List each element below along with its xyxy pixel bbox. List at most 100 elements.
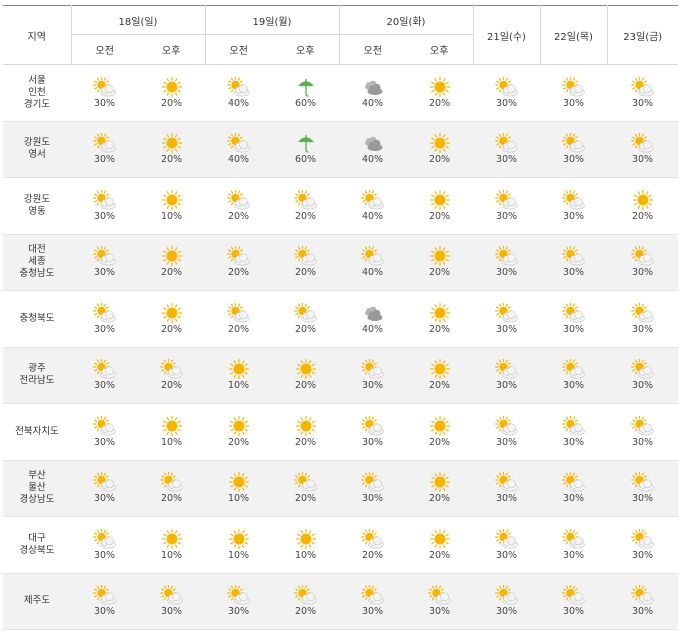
region-name-line: 강원도: [23, 193, 51, 205]
forecast-cell: 30%: [540, 573, 607, 630]
forecast-cell: 20%: [138, 347, 205, 404]
forecast-cell: 20%: [272, 573, 339, 630]
sunny-icon: [161, 76, 182, 97]
precip-probability: 30%: [93, 267, 116, 279]
precip-probability: 30%: [562, 154, 585, 166]
partly-cloudy-icon: [561, 133, 585, 153]
partly-cloudy-icon: [293, 246, 317, 266]
precip-probability: 30%: [93, 549, 116, 561]
sunny-icon: [429, 415, 450, 436]
forecast-cell: 30%: [71, 290, 138, 348]
forecast-cell: 20%: [138, 290, 205, 348]
forecast-cell: 20%: [138, 460, 205, 517]
partly-cloudy-icon: [92, 133, 116, 153]
region-name-line: 영동: [28, 205, 46, 217]
forecast-cell: 40%: [339, 290, 406, 348]
table-row: 대구 경상북도 30% 10% 10% 10% 20% 20% 30% 30% 30%: [3, 516, 678, 574]
precip-probability: 10%: [160, 210, 183, 222]
table-row: 제주도 30% 30% 30% 20% 30% 30% 30% 30% 30%: [3, 573, 678, 630]
weather-forecast-table: 지역 18일(일) 19일(월) 20일(화) 21일(수) 22일(목) 23일(금) …: [3, 5, 678, 630]
partly-cloudy-icon: [92, 472, 116, 492]
partly-cloudy-icon: [561, 585, 585, 605]
sunny-icon: [228, 528, 249, 549]
forecast-cell: 20%: [272, 347, 339, 404]
precip-probability: 20%: [428, 380, 451, 392]
forecast-cell: 20%: [272, 403, 339, 461]
partly-cloudy-icon: [630, 76, 654, 97]
region-name: 제주도: [3, 573, 71, 630]
precip-probability: 30%: [495, 97, 518, 109]
forecast-cell: 30%: [71, 460, 138, 517]
precip-probability: 40%: [227, 97, 250, 109]
sunny-icon: [429, 76, 450, 97]
sunny-icon: [161, 246, 182, 267]
forecast-cell: 30%: [339, 573, 406, 630]
precip-probability: 30%: [227, 606, 250, 618]
partly-cloudy-icon: [494, 246, 518, 266]
forecast-cell: 20%: [205, 403, 272, 461]
region-name-line: 대구: [28, 532, 46, 544]
precip-probability: 20%: [160, 267, 183, 279]
region-name-line: 경상남도: [19, 494, 55, 506]
region-name-line: 세종: [28, 256, 46, 268]
precip-probability: 20%: [294, 323, 317, 335]
forecast-cell: 30%: [540, 234, 607, 291]
precip-probability: 10%: [227, 549, 250, 561]
partly-cloudy-icon: [561, 415, 585, 436]
forecast-cell: 30%: [607, 290, 678, 348]
table-header: 지역 18일(일) 19일(월) 20일(화) 21일(수) 22일(목) 23일(금) …: [3, 5, 678, 65]
forecast-cell: 20%: [406, 290, 473, 348]
forecast-cell: 20%: [406, 234, 473, 291]
forecast-cell: 30%: [71, 403, 138, 461]
precip-probability: 20%: [428, 436, 451, 448]
sunny-icon: [632, 189, 653, 210]
pm-header: 오후: [138, 34, 205, 65]
forecast-cell: 30%: [71, 121, 138, 178]
precip-probability: 30%: [93, 436, 116, 448]
precip-probability: 30%: [361, 493, 384, 505]
precip-probability: 40%: [361, 154, 384, 166]
precip-probability: 20%: [294, 493, 317, 505]
region-name: 대구 경상북도: [3, 516, 71, 574]
forecast-cell: 40%: [339, 64, 406, 122]
partly-cloudy-icon: [92, 76, 116, 97]
forecast-cell: 20%: [272, 177, 339, 235]
sunny-icon: [429, 302, 450, 323]
region-name: 서울 인천 경기도: [3, 64, 71, 122]
forecast-cell: 20%: [272, 290, 339, 348]
precip-probability: 30%: [428, 606, 451, 618]
forecast-cell: 30%: [540, 347, 607, 404]
precip-probability: 20%: [294, 267, 317, 279]
day-header: 19일(월): [204, 5, 339, 35]
partly-cloudy-icon: [561, 302, 585, 323]
partly-cloudy-icon: [92, 528, 116, 549]
forecast-cell: 20%: [406, 516, 473, 574]
partly-cloudy-icon: [630, 415, 654, 436]
precip-probability: 30%: [361, 436, 384, 448]
partly-cloudy-icon: [92, 585, 116, 605]
forecast-cell: 30%: [540, 516, 607, 574]
region-name: 대전 세종 충청남도: [3, 234, 71, 291]
precip-probability: 30%: [495, 380, 518, 392]
region-name-line: 부산: [28, 470, 46, 482]
precip-probability: 30%: [93, 154, 116, 166]
sunny-icon: [228, 415, 249, 436]
precip-probability: 30%: [93, 380, 116, 392]
precip-probability: 40%: [361, 323, 384, 335]
partly-cloudy-icon: [561, 359, 585, 379]
forecast-cell: 30%: [607, 121, 678, 178]
precip-probability: 20%: [428, 323, 451, 335]
forecast-cell: 20%: [205, 290, 272, 348]
sunny-icon: [228, 472, 249, 493]
precip-probability: 30%: [93, 210, 116, 222]
precip-probability: 30%: [495, 154, 518, 166]
precip-probability: 30%: [495, 493, 518, 505]
rain-umbrella-icon: [297, 135, 314, 153]
forecast-cell: 30%: [540, 290, 607, 348]
precip-probability: 30%: [93, 97, 116, 109]
precip-probability: 30%: [361, 606, 384, 618]
forecast-cell: 30%: [339, 347, 406, 404]
precip-probability: 20%: [428, 210, 451, 222]
precip-probability: 30%: [361, 380, 384, 392]
region-name: 충청북도: [3, 290, 71, 348]
